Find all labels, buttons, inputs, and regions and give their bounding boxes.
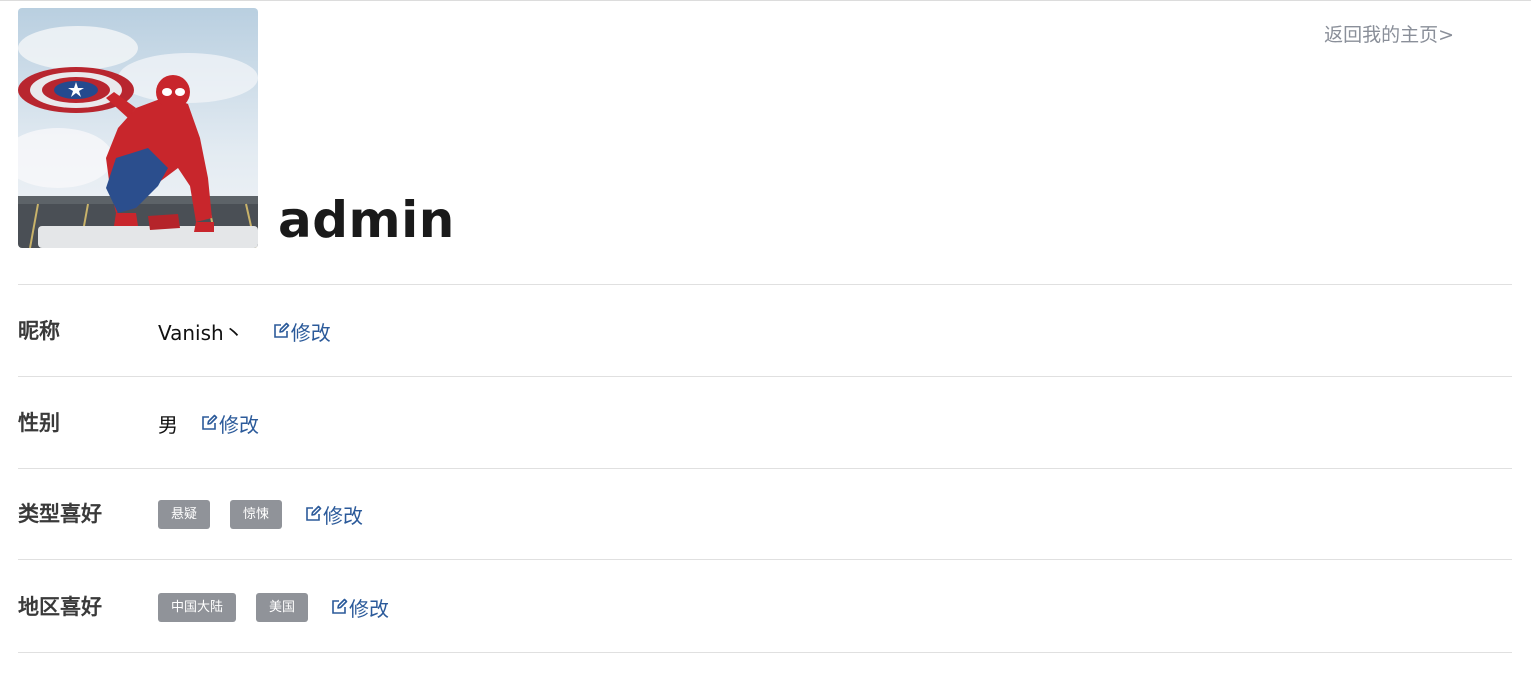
avatar-image — [18, 8, 258, 248]
nickname-value-area: Vanish丶 修改 — [158, 285, 331, 377]
region-tag: 美国 — [256, 592, 309, 622]
genre-tag: 惊悚 — [230, 499, 283, 529]
nickname-label: 昵称 — [18, 319, 60, 343]
edit-genre-preference-button[interactable]: 修改 — [304, 500, 363, 529]
username-heading: admin — [278, 191, 455, 249]
genre-preference-row: 类型喜好 悬疑 惊悚 修改 — [18, 468, 1512, 560]
edit-gender-button[interactable]: 修改 — [200, 409, 259, 438]
edit-region-preference-button[interactable]: 修改 — [330, 593, 389, 622]
avatar[interactable] — [18, 8, 258, 248]
edit-icon — [306, 505, 322, 521]
nickname-value: Vanish丶 — [158, 320, 244, 345]
edit-label: 修改 — [290, 320, 331, 345]
edit-label: 修改 — [349, 596, 390, 621]
region-preference-label: 地区喜好 — [18, 595, 102, 619]
edit-label: 修改 — [219, 412, 259, 437]
gender-value-area: 男 修改 — [158, 377, 259, 469]
edit-label: 修改 — [323, 503, 364, 528]
region-preference-value-area: 中国大陆 美国 修改 — [158, 561, 389, 653]
region-preference-row: 地区喜好 中国大陆 美国 修改 — [18, 561, 1512, 653]
nickname-row: 昵称 Vanish丶 修改 — [18, 285, 1512, 377]
edit-icon — [202, 414, 218, 430]
gender-label: 性别 — [18, 411, 60, 435]
gender-value: 男 — [158, 412, 178, 437]
gender-row: 性别 男 修改 — [18, 377, 1512, 469]
profile-header: admin 返回我的主页> — [18, 8, 1512, 249]
edit-nickname-button[interactable]: 修改 — [272, 317, 331, 346]
genre-tag: 悬疑 — [158, 499, 211, 529]
genre-preference-value-area: 悬疑 惊悚 修改 — [158, 468, 363, 560]
back-to-homepage-link[interactable]: 返回我的主页> — [1324, 22, 1454, 48]
genre-preference-label: 类型喜好 — [18, 502, 102, 526]
edit-icon — [332, 598, 348, 614]
region-tag: 中国大陆 — [158, 592, 237, 622]
edit-icon — [273, 322, 290, 338]
profile-page: admin 返回我的主页> 昵称 Vanish丶 修改 性别 男 修改 类型喜好… — [0, 0, 1531, 687]
